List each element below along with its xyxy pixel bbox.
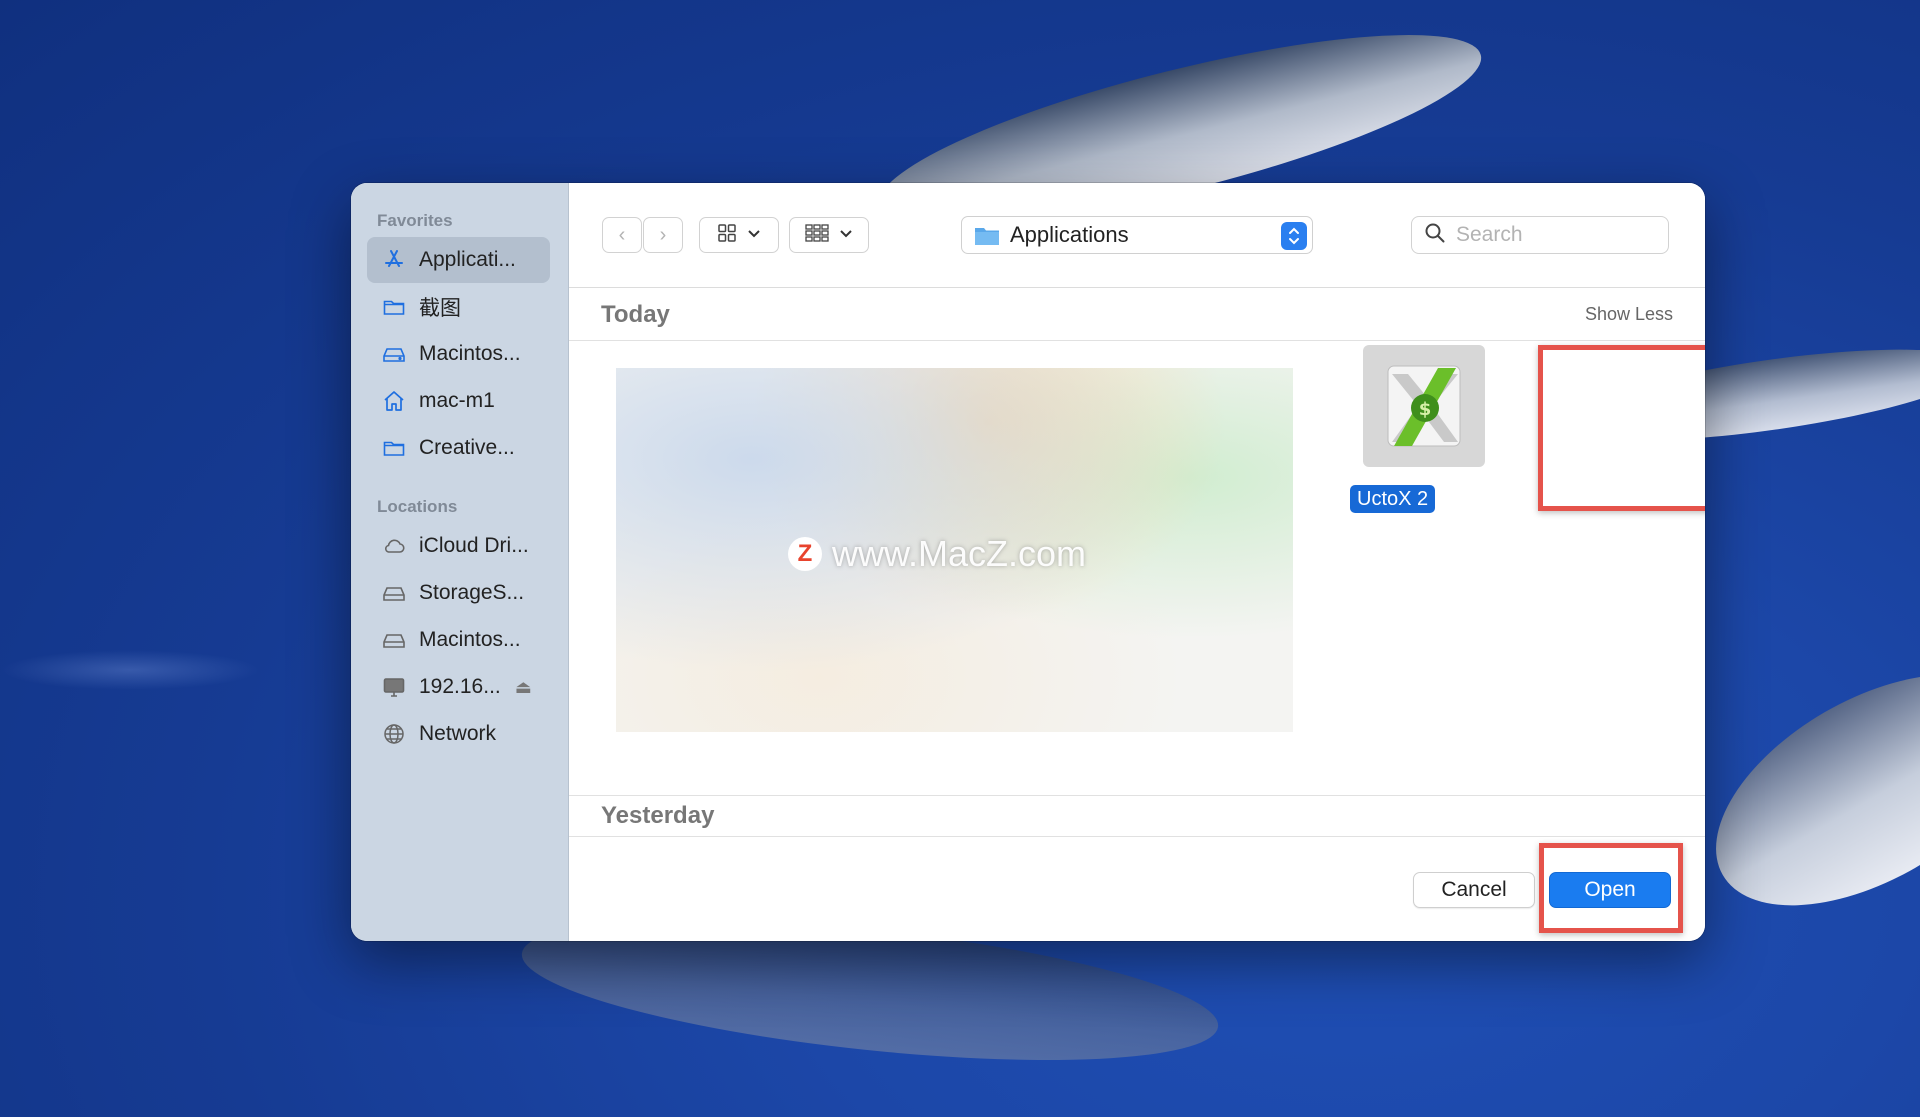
search-input[interactable] (1456, 223, 1656, 247)
sidebar-item-label: Macintos... (419, 628, 521, 651)
sidebar-item-macintosh-hd-location[interactable]: Macintos... (367, 617, 550, 663)
sidebar-item-network-share[interactable]: 192.16... ⏏ (367, 664, 550, 710)
sidebar-item-label: Creative... (419, 436, 515, 459)
app-store-icon (381, 247, 407, 273)
highlight-box-app (1538, 345, 1705, 511)
watermark: Z www.MacZ.com (788, 533, 1086, 575)
search-field[interactable] (1411, 216, 1669, 254)
sidebar-item-label: Macintos... (419, 342, 521, 365)
show-less-link[interactable]: Show Less (1585, 304, 1673, 325)
chevron-down-icon (839, 226, 853, 244)
sidebar-item-applications[interactable]: Applicati... (367, 237, 550, 283)
group-by-button[interactable] (789, 217, 869, 253)
sidebar-section-favorites: Favorites (377, 211, 453, 230)
svg-text:$: $ (1419, 399, 1432, 420)
up-down-stepper-icon (1281, 222, 1307, 250)
display-icon (381, 674, 407, 700)
sidebar: Favorites Applicati... 截图 Macintos... ma… (351, 183, 569, 941)
sidebar-item-network[interactable]: Network (367, 711, 550, 757)
highlight-box-open (1539, 843, 1683, 933)
cloud-icon (381, 533, 407, 559)
folder-icon (974, 224, 1000, 246)
sidebar-item-label: mac-m1 (419, 389, 495, 412)
drive-icon (381, 580, 407, 606)
section-header-today: Today Show Less (569, 289, 1705, 341)
eject-icon[interactable]: ⏏ (515, 677, 532, 698)
section-title: Today (601, 300, 670, 328)
sidebar-section-locations: Locations (377, 497, 458, 516)
home-icon (381, 388, 407, 414)
sidebar-item-icloud-drive[interactable]: iCloud Dri... (367, 523, 550, 569)
sidebar-item-macintosh-hd[interactable]: Macintos... (367, 331, 550, 377)
toolbar: ‹ › Applications Search (569, 183, 1705, 288)
cancel-button[interactable]: Cancel (1413, 872, 1535, 908)
grid-icon (717, 223, 737, 248)
sidebar-item-label: 截图 (419, 297, 461, 320)
sidebar-item-home[interactable]: mac-m1 (367, 378, 550, 424)
globe-icon (381, 721, 407, 747)
chevron-down-icon (747, 226, 761, 244)
watermark-text: www.MacZ.com (832, 533, 1087, 574)
group-icon (805, 223, 829, 248)
file-browser: ‹ › Applications Search Today Show Less … (569, 183, 1705, 941)
watermark-logo: Z (788, 537, 822, 571)
folder-icon (381, 294, 407, 320)
view-mode-button[interactable] (699, 217, 779, 253)
sidebar-item-label: 192.16... (419, 675, 501, 698)
sidebar-item-label: Network (419, 722, 497, 745)
section-header-yesterday: Yesterday (569, 795, 1705, 837)
file-preview-thumbnail[interactable]: Z www.MacZ.com (616, 368, 1293, 732)
sidebar-item-label: StorageS... (419, 581, 525, 604)
drive-icon (381, 341, 407, 367)
location-popup[interactable]: Applications (961, 216, 1313, 254)
dolphin-image (1677, 627, 1920, 953)
location-label: Applications (1010, 222, 1129, 247)
sidebar-item-label: Applicati... (419, 248, 516, 271)
uctox-app-icon[interactable]: $ (1363, 345, 1485, 467)
sidebar-item-label: iCloud Dri... (419, 534, 529, 557)
back-button[interactable]: ‹ (602, 217, 642, 253)
water-ripple (0, 650, 260, 690)
app-name-label: UctoX 2 (1350, 485, 1436, 513)
sidebar-item-creative-cloud[interactable]: Creative... (367, 425, 550, 471)
folder-icon (381, 435, 407, 461)
open-file-dialog: Favorites Applicati... 截图 Macintos... ma… (351, 183, 1705, 941)
search-icon (1424, 222, 1446, 249)
forward-button[interactable]: › (643, 217, 683, 253)
drive-icon (381, 627, 407, 653)
sidebar-item-screenshots[interactable]: 截图 (367, 284, 550, 330)
section-title: Yesterday (601, 802, 715, 829)
sidebar-item-storage[interactable]: StorageS... (367, 570, 550, 616)
